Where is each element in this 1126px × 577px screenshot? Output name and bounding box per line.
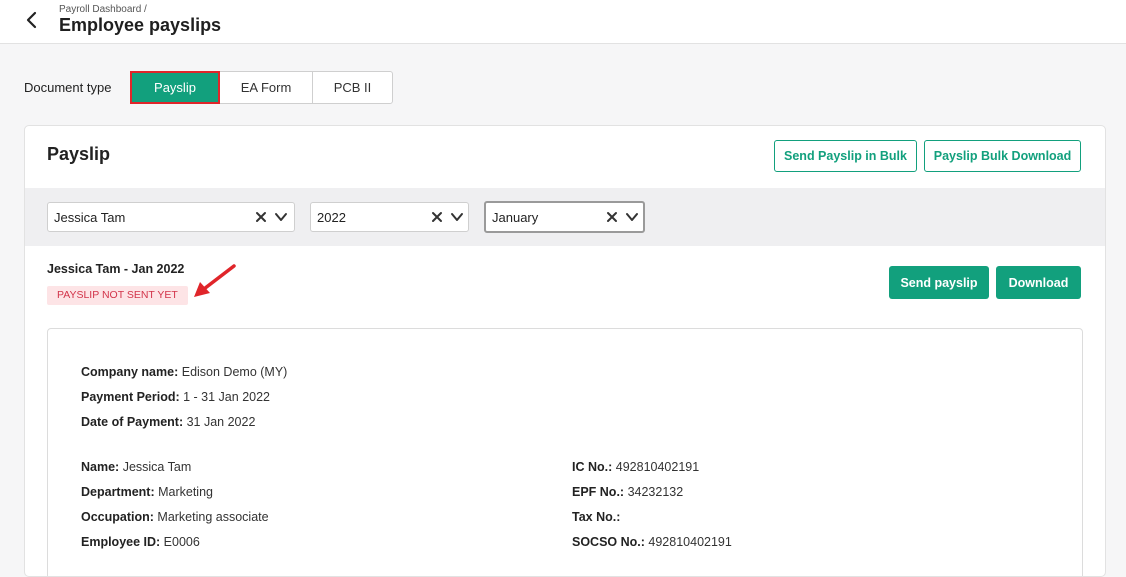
tax-no-label: Tax No.: xyxy=(572,510,621,524)
document-type-label: Document type xyxy=(24,80,112,95)
card-title: Payslip xyxy=(47,144,111,164)
date-of-payment-value: 31 Jan 2022 xyxy=(186,415,256,429)
payslip-card: Payslip Send Payslip in Bulk Payslip Bul… xyxy=(24,125,1106,577)
tax-no-field: Tax No.: xyxy=(572,510,620,524)
department-value: Marketing xyxy=(158,485,213,499)
clear-icon[interactable] xyxy=(605,210,619,224)
date-of-payment-field: Date of Payment: 31 Jan 2022 xyxy=(81,415,255,429)
name-value: Jessica Tam xyxy=(122,460,192,474)
clear-icon[interactable] xyxy=(254,210,268,224)
payment-period-field: Payment Period: 1 - 31 Jan 2022 xyxy=(81,390,270,404)
payslip-heading: Jessica Tam - Jan 2022 xyxy=(47,262,185,276)
name-field: Name: Jessica Tam xyxy=(81,460,191,474)
send-payslip-in-bulk-button[interactable]: Send Payslip in Bulk xyxy=(774,140,917,172)
page-title: Employee payslips xyxy=(59,15,222,35)
ic-no-field: IC No.: 492810402191 xyxy=(572,460,699,474)
chevron-down-icon[interactable] xyxy=(450,210,464,224)
chevron-down-icon[interactable] xyxy=(625,210,639,224)
payslip-document: Company name: Edison Demo (MY) Payment P… xyxy=(47,328,1083,576)
payment-period-value: 1 - 31 Jan 2022 xyxy=(183,390,270,404)
occupation-label: Occupation: xyxy=(81,510,154,524)
send-payslip-button[interactable]: Send payslip xyxy=(889,266,989,299)
back-arrow-icon[interactable] xyxy=(22,9,44,31)
department-field: Department: Marketing xyxy=(81,485,213,499)
month-select-value: January xyxy=(492,210,539,225)
occupation-field: Occupation: Marketing associate xyxy=(81,510,269,524)
tab-payslip[interactable]: Payslip xyxy=(130,71,220,104)
breadcrumb[interactable]: Payroll Dashboard / xyxy=(59,4,147,15)
epf-no-value: 34232132 xyxy=(627,485,684,499)
tab-pcb-ii[interactable]: PCB II xyxy=(312,71,393,104)
employee-select-value: Jessica Tam xyxy=(54,210,126,225)
download-button[interactable]: Download xyxy=(996,266,1081,299)
employee-select[interactable]: Jessica Tam xyxy=(47,202,295,232)
socso-no-label: SOCSO No.: xyxy=(572,535,645,549)
ic-no-label: IC No.: xyxy=(572,460,613,474)
year-select[interactable]: 2022 xyxy=(310,202,469,232)
company-name-value: Edison Demo (MY) xyxy=(181,365,288,379)
epf-no-field: EPF No.: 34232132 xyxy=(572,485,683,499)
ic-no-value: 492810402191 xyxy=(615,460,700,474)
filter-bar: Jessica Tam 2022 January xyxy=(25,188,1105,246)
status-badge: PAYSLIP NOT SENT YET xyxy=(47,286,188,305)
top-bar: Payroll Dashboard / Employee payslips xyxy=(0,0,1126,44)
socso-no-value: 492810402191 xyxy=(648,535,732,549)
payment-period-label: Payment Period: xyxy=(81,390,180,404)
tab-ea-form[interactable]: EA Form xyxy=(220,71,313,104)
department-label: Department: xyxy=(81,485,155,499)
name-label: Name: xyxy=(81,460,120,474)
month-select[interactable]: January xyxy=(484,201,645,233)
occupation-value: Marketing associate xyxy=(157,510,269,524)
epf-no-label: EPF No.: xyxy=(572,485,625,499)
employee-id-value: E0006 xyxy=(163,535,200,549)
company-name-label: Company name: xyxy=(81,365,179,379)
red-arrow-icon xyxy=(194,264,236,297)
employee-id-field: Employee ID: E0006 xyxy=(81,535,200,549)
employee-id-label: Employee ID: xyxy=(81,535,161,549)
chevron-down-icon[interactable] xyxy=(274,210,288,224)
year-select-value: 2022 xyxy=(317,210,346,225)
company-name-field: Company name: Edison Demo (MY) xyxy=(81,365,287,379)
payslip-bulk-download-button[interactable]: Payslip Bulk Download xyxy=(924,140,1081,172)
socso-no-field: SOCSO No.: 492810402191 xyxy=(572,535,732,549)
clear-icon[interactable] xyxy=(430,210,444,224)
date-of-payment-label: Date of Payment: xyxy=(81,415,184,429)
